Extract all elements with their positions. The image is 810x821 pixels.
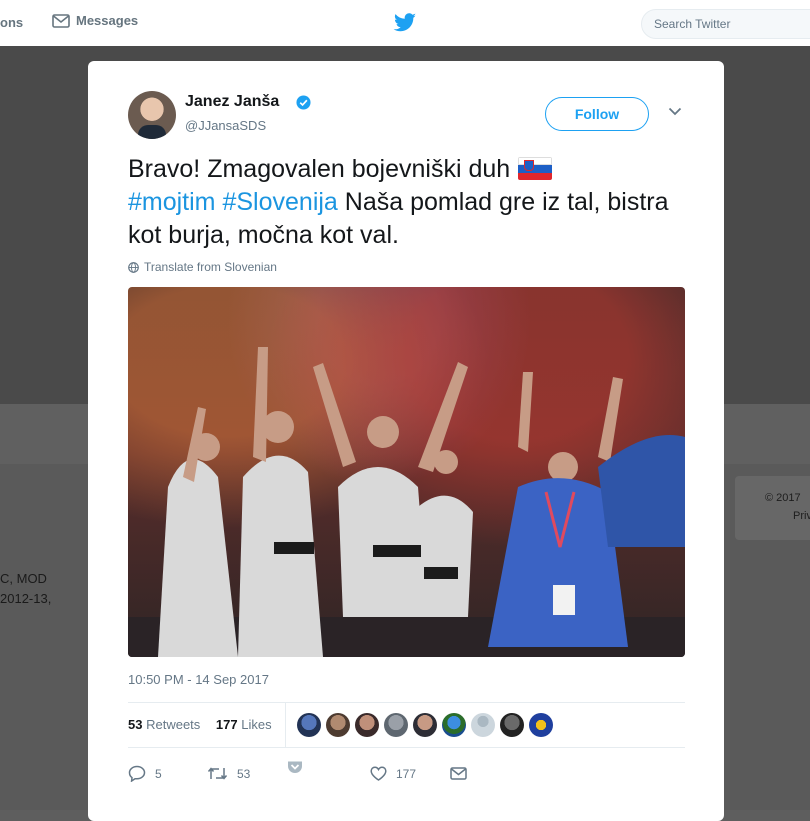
footer-privacy-link[interactable]: Priv — [793, 510, 810, 522]
search-input[interactable]: Search Twitter — [641, 9, 810, 39]
tweet-text: Bravo! Zmagovalen bojevniški duh #mojtim… — [128, 153, 688, 252]
avatar[interactable] — [471, 713, 495, 737]
verified-badge-icon — [296, 95, 311, 110]
tweet-stats: 53 Retweets 177 Likes — [128, 717, 272, 732]
direct-message-button[interactable] — [450, 767, 467, 780]
retweets-count: 53 — [128, 717, 143, 732]
like-button[interactable]: 177 — [370, 766, 450, 781]
retweet-count: 53 — [237, 766, 251, 781]
tweet-timestamp[interactable]: 10:50 PM - 14 Sep 2017 — [128, 672, 269, 687]
avatar[interactable] — [442, 713, 466, 737]
envelope-icon — [52, 13, 70, 28]
divider — [128, 747, 685, 748]
tweet-actions: 5 53 177 — [128, 761, 467, 782]
globe-icon — [128, 261, 139, 273]
background-footer: © 2017 Priv — [735, 476, 810, 540]
envelope-icon — [450, 767, 467, 780]
author-handle[interactable]: @JJansaSDS — [185, 118, 266, 133]
avatar[interactable] — [413, 713, 437, 737]
footer-copyright: © 2017 — [765, 492, 801, 504]
avatar[interactable] — [128, 91, 176, 139]
likes-count: 177 — [215, 717, 238, 732]
divider — [285, 703, 286, 747]
reply-button[interactable]: 5 — [128, 765, 207, 782]
avatar[interactable] — [297, 713, 321, 737]
avatar[interactable] — [529, 713, 553, 737]
retweet-icon — [207, 767, 228, 780]
follow-button[interactable]: Follow — [545, 97, 649, 131]
avatar[interactable] — [500, 713, 524, 737]
background-bio-line: C, MOD — [0, 571, 47, 586]
avatar[interactable] — [384, 713, 408, 737]
retweet-button[interactable]: 53 — [207, 766, 287, 781]
liker-avatars — [297, 713, 553, 737]
twitter-bird-logo-icon[interactable] — [393, 13, 417, 33]
chevron-down-icon[interactable] — [668, 107, 682, 116]
author-name[interactable]: Janez Janša — [185, 93, 279, 111]
nav-messages-label: Messages — [76, 13, 139, 28]
retweets-stat[interactable]: 53 Retweets — [128, 717, 200, 732]
retweets-label: Retweets — [146, 717, 201, 732]
likes-label: Likes — [241, 717, 272, 732]
hashtag-link[interactable]: #Slovenija — [222, 188, 337, 216]
reply-count: 5 — [155, 766, 162, 781]
top-nav-bar: ons Messages Search Twitter — [0, 0, 810, 47]
hashtag-link[interactable]: #mojtim — [128, 188, 216, 216]
slovenia-flag-emoji-icon — [518, 156, 553, 180]
basketball-celebration-photo — [128, 347, 685, 657]
tweet-text-part: Bravo! Zmagovalen bojevniški duh — [128, 155, 511, 183]
nav-messages-link[interactable]: Messages — [52, 13, 138, 28]
likes-stat[interactable]: 177 Likes — [216, 717, 272, 732]
nav-notifications-link[interactable]: ons — [0, 15, 23, 30]
pocket-save-icon — [288, 761, 302, 773]
divider — [128, 702, 685, 703]
background-bio-line: 2012-13, — [0, 591, 52, 606]
heart-icon — [370, 766, 387, 781]
save-pocket-button[interactable] — [287, 760, 370, 774]
tweet-media-photo[interactable] — [128, 287, 685, 657]
avatar[interactable] — [355, 713, 379, 737]
translate-label: Translate from Slovenian — [144, 260, 277, 274]
tweet-modal: Janez Janša @JJansaSDS Follow Bravo! Zma… — [88, 61, 724, 821]
search-placeholder: Search Twitter — [654, 17, 731, 31]
translate-link[interactable]: Translate from Slovenian — [128, 260, 277, 274]
avatar[interactable] — [326, 713, 350, 737]
like-count: 177 — [396, 766, 417, 781]
reply-icon — [128, 765, 146, 782]
